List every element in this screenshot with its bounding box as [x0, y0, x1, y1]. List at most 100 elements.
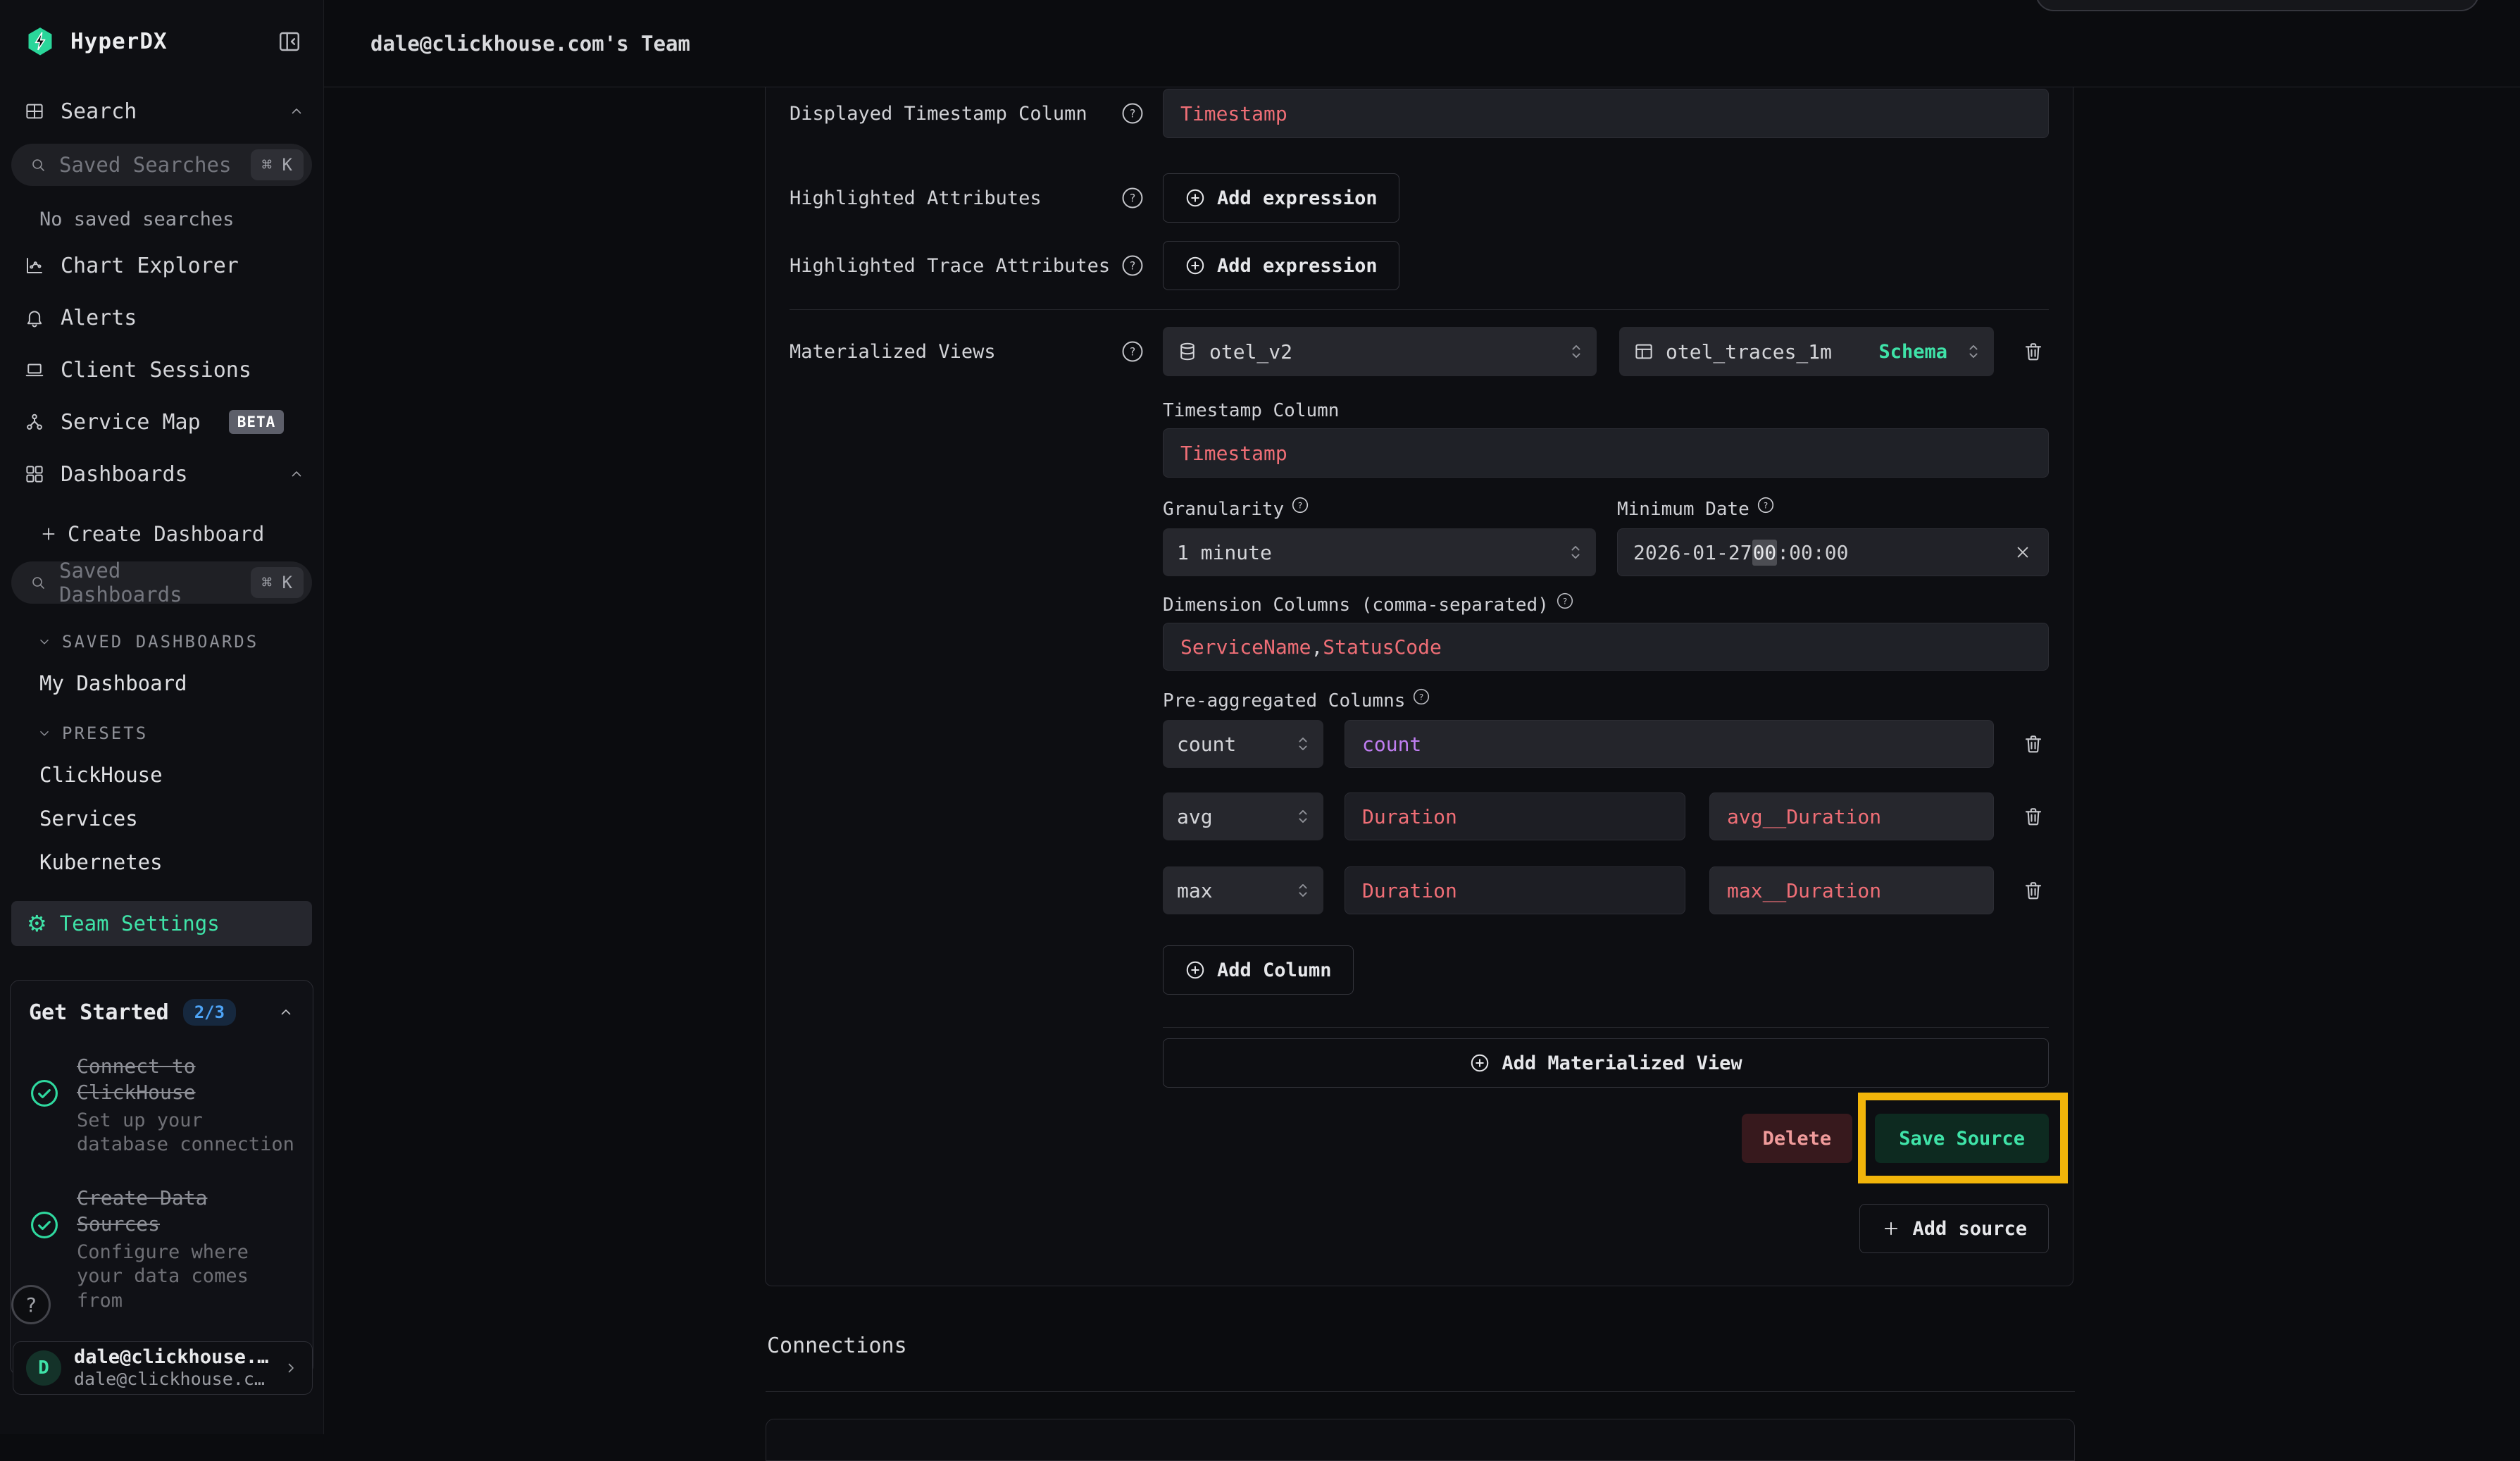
sidebar-item-label: Chart Explorer: [61, 254, 239, 278]
section-presets[interactable]: PRESETS: [37, 723, 323, 743]
divider: [1163, 1027, 2049, 1028]
timestamp-column-label: Timestamp Column: [1163, 400, 2049, 421]
get-started-item-connect[interactable]: Connect to ClickHouse Set up your databa…: [29, 1054, 294, 1157]
add-column-button[interactable]: Add Column: [1163, 945, 1354, 995]
minimum-date-input[interactable]: 2026-01-27 00:00:00: [1617, 528, 2049, 576]
aggregation-fn-select[interactable]: count: [1163, 720, 1323, 768]
help-circle-icon[interactable]: ?: [1556, 592, 1574, 610]
preagg-row-max: max Duration max__Duration: [1163, 866, 2049, 914]
chart-icon: [24, 255, 45, 276]
dimension-columns-input[interactable]: ServiceName, StatusCode: [1163, 623, 2049, 671]
chevron-up-icon[interactable]: [288, 103, 305, 120]
clear-date-button[interactable]: [2013, 542, 2033, 562]
alias-input[interactable]: avg__Duration: [1709, 792, 1994, 840]
chevron-up-icon[interactable]: [277, 1004, 294, 1021]
save-source-button[interactable]: Save Source: [1875, 1114, 2049, 1163]
chevron-right-icon: [282, 1360, 299, 1376]
service-map-icon: [24, 411, 45, 433]
hyperdx-logo-icon: [24, 25, 56, 58]
database-icon: [1177, 341, 1198, 362]
expression-input[interactable]: Duration: [1345, 792, 1685, 840]
plus-circle-icon: [1469, 1052, 1490, 1074]
task-desc: Set up your database connection: [77, 1109, 294, 1157]
help-circle-icon[interactable]: ?: [1121, 254, 1144, 278]
delete-source-button[interactable]: Delete: [1742, 1114, 1853, 1163]
add-materialized-view-button[interactable]: Add Materialized View: [1163, 1038, 2049, 1088]
selected-time-segment[interactable]: 00: [1752, 540, 1778, 566]
sidebar-item-label: Alerts: [61, 306, 137, 330]
delete-column-button[interactable]: [2018, 805, 2049, 828]
check-circle-icon: [29, 1054, 60, 1157]
help-circle-icon[interactable]: ?: [1121, 340, 1144, 363]
sidebar-item-chart-explorer[interactable]: Chart Explorer: [24, 249, 305, 282]
help-circle-icon[interactable]: ?: [1121, 186, 1144, 210]
get-started-progress-badge: 2/3: [183, 999, 236, 1026]
section-saved-dashboards[interactable]: SAVED DASHBOARDS: [37, 632, 323, 652]
granularity-select[interactable]: 1 minute: [1163, 528, 1596, 576]
chevron-up-icon[interactable]: [288, 466, 305, 483]
svg-text:?: ?: [1129, 260, 1135, 273]
highlighted-attributes-row: Highlighted Attributes ? Add expression: [790, 173, 2049, 223]
sidebar-item-client-sessions[interactable]: Client Sessions: [24, 353, 305, 387]
search-icon: [30, 156, 46, 173]
help-circle-icon[interactable]: ?: [1757, 496, 1775, 514]
beta-badge: BETA: [229, 410, 285, 434]
add-source-button[interactable]: Add source: [1859, 1204, 2049, 1253]
help-circle-icon[interactable]: ?: [1412, 688, 1430, 706]
expression-input[interactable]: count: [1345, 720, 1994, 768]
table-select[interactable]: otel_traces_1m Schema: [1619, 327, 1994, 376]
task-desc: Configure where your data comes from: [77, 1241, 294, 1314]
aggregation-fn-select[interactable]: max: [1163, 866, 1323, 914]
create-dashboard-button[interactable]: Create Dashboard: [39, 522, 323, 546]
sidebar-item-search[interactable]: Search: [24, 94, 305, 128]
sidebar-item-alerts[interactable]: Alerts: [24, 301, 305, 335]
sidebar-item-service-map[interactable]: Service Map BETA: [24, 405, 305, 439]
aggregation-fn-select[interactable]: avg: [1163, 792, 1323, 840]
sidebar-item-services[interactable]: Services: [39, 807, 323, 831]
sidebar-item-my-dashboard[interactable]: My Dashboard: [39, 671, 323, 695]
delete-column-button[interactable]: [2018, 879, 2049, 902]
app-title: HyperDX: [70, 29, 168, 54]
svg-text:?: ?: [1129, 346, 1135, 359]
create-dashboard-label: Create Dashboard: [68, 522, 264, 546]
displayed-timestamp-row: Displayed Timestamp Column ? Timestamp: [790, 89, 2049, 138]
add-expression-button[interactable]: Add expression: [1163, 241, 1399, 290]
add-expression-button[interactable]: Add expression: [1163, 173, 1399, 223]
saved-searches-input[interactable]: Saved Searches ⌘ K: [11, 144, 312, 186]
saved-dashboards-input[interactable]: Saved Dashboards ⌘ K: [11, 561, 312, 604]
bell-icon: [24, 307, 45, 328]
granularity-label: Granularity ?: [1163, 499, 1596, 520]
sidebar-item-team-settings[interactable]: ⚙ Team Settings: [11, 901, 312, 946]
displayed-timestamp-input[interactable]: Timestamp: [1163, 89, 2049, 138]
sidebar-item-label: Service Map: [61, 410, 201, 435]
divider: [790, 309, 2049, 310]
sidebar-collapse-icon[interactable]: [277, 29, 302, 54]
svg-text:?: ?: [1419, 692, 1424, 702]
sidebar-item-kubernetes[interactable]: Kubernetes: [39, 850, 323, 874]
delete-materialized-view-button[interactable]: [2018, 340, 2049, 363]
alias-input[interactable]: max__Duration: [1709, 866, 1994, 914]
plus-icon: [1881, 1219, 1901, 1238]
delete-column-button[interactable]: [2018, 733, 2049, 755]
expression-input[interactable]: Duration: [1345, 866, 1685, 914]
database-select[interactable]: otel_v2: [1163, 327, 1597, 376]
help-circle-icon[interactable]: ?: [1291, 496, 1309, 514]
sidebar-item-clickhouse[interactable]: ClickHouse: [39, 763, 323, 787]
user-menu[interactable]: D dale@clickhouse.… dale@clickhouse.c…: [13, 1341, 313, 1395]
help-button[interactable]: ?: [11, 1285, 51, 1324]
connections-panel-cutoff: [766, 1419, 2075, 1461]
minimum-date-label: Minimum Date ?: [1617, 499, 2049, 520]
get-started-title: Get Started: [29, 1000, 169, 1025]
sidebar: HyperDX Search Saved Searches ⌘ K No sav…: [0, 0, 324, 1434]
sidebar-item-dashboards[interactable]: Dashboards: [24, 457, 305, 491]
help-circle-icon[interactable]: ?: [1121, 101, 1144, 125]
dashboards-icon: [24, 464, 45, 485]
get-started-item-sources[interactable]: Create Data Sources Configure where your…: [29, 1186, 294, 1314]
svg-text:?: ?: [1562, 596, 1567, 606]
schema-link[interactable]: Schema: [1878, 341, 1947, 363]
form-actions: Delete Save Source: [790, 1114, 2049, 1163]
get-started-header[interactable]: Get Started 2/3: [29, 999, 294, 1026]
saved-searches-placeholder: Saved Searches: [59, 153, 238, 177]
mv-timestamp-input[interactable]: Timestamp: [1163, 428, 2049, 478]
user-name: dale@clickhouse.…: [74, 1346, 268, 1369]
